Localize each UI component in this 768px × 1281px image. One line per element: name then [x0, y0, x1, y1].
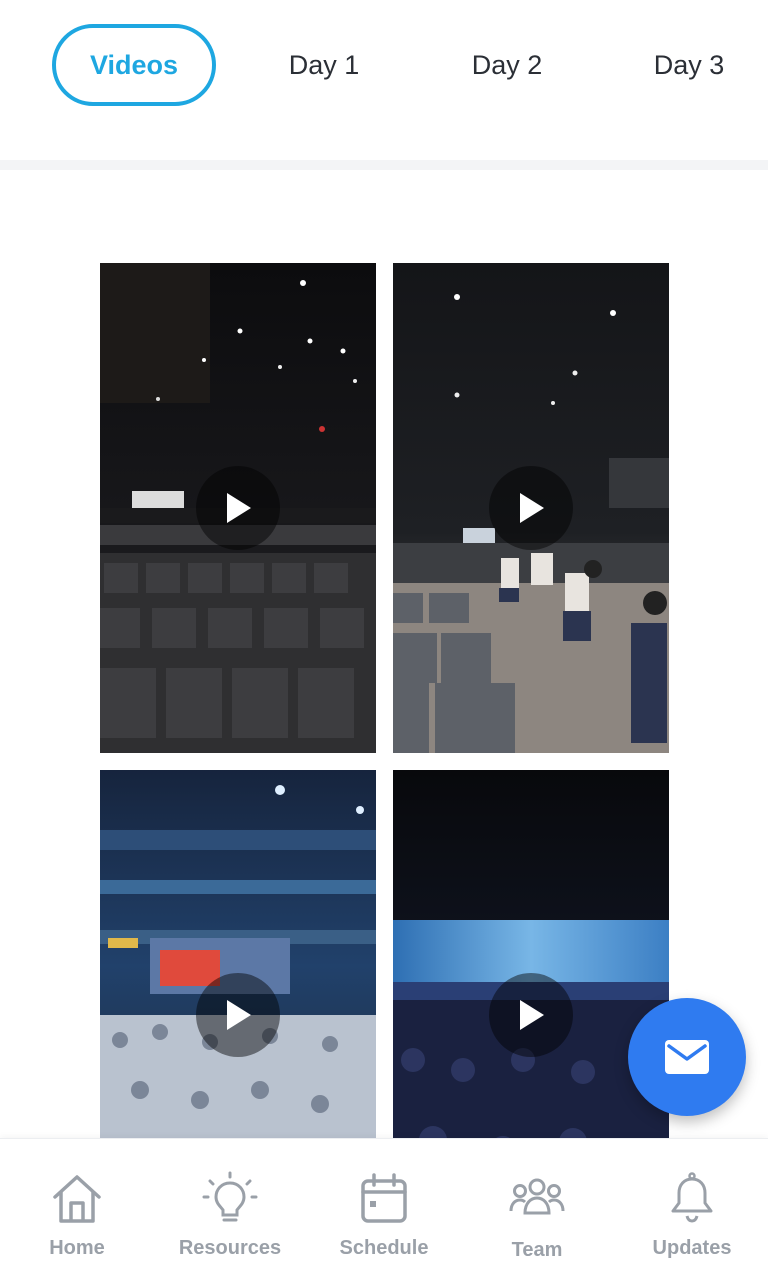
play-icon [520, 493, 544, 523]
divider [0, 160, 768, 170]
calendar-icon [361, 1173, 407, 1223]
message-button[interactable] [628, 998, 746, 1116]
video-thumbnail[interactable] [100, 263, 376, 753]
nav-updates[interactable]: Updates [617, 1139, 767, 1281]
mail-icon [665, 1040, 709, 1074]
play-button[interactable] [489, 466, 573, 550]
nav-schedule[interactable]: Schedule [309, 1139, 459, 1281]
play-icon [227, 493, 251, 523]
play-icon [520, 1000, 544, 1030]
nav-resources-label: Resources [178, 1237, 282, 1259]
play-button[interactable] [196, 466, 280, 550]
home-icon [53, 1175, 101, 1223]
bottom-nav: Home Resources Schedule Team Updates [0, 1138, 768, 1281]
nav-updates-label: Updates [652, 1237, 732, 1259]
play-button[interactable] [489, 973, 573, 1057]
play-icon [227, 1000, 251, 1030]
tab-bar: Videos Day 1 Day 2 Day 3 [0, 0, 768, 160]
team-icon [509, 1178, 565, 1215]
nav-home-label: Home [49, 1237, 105, 1259]
tab-day-2[interactable]: Day 2 [447, 24, 567, 106]
tab-day-3[interactable]: Day 3 [629, 24, 749, 106]
nav-team[interactable]: Team [462, 1139, 612, 1281]
tab-videos[interactable]: Videos [52, 24, 216, 106]
nav-resources[interactable]: Resources [155, 1139, 305, 1281]
play-button[interactable] [196, 973, 280, 1057]
nav-schedule-label: Schedule [339, 1237, 429, 1259]
nav-team-label: Team [511, 1239, 563, 1261]
lightbulb-icon [202, 1171, 258, 1222]
nav-home[interactable]: Home [2, 1139, 152, 1281]
tab-day-1[interactable]: Day 1 [264, 24, 384, 106]
video-thumbnail[interactable] [393, 263, 669, 753]
bell-icon [671, 1172, 713, 1223]
